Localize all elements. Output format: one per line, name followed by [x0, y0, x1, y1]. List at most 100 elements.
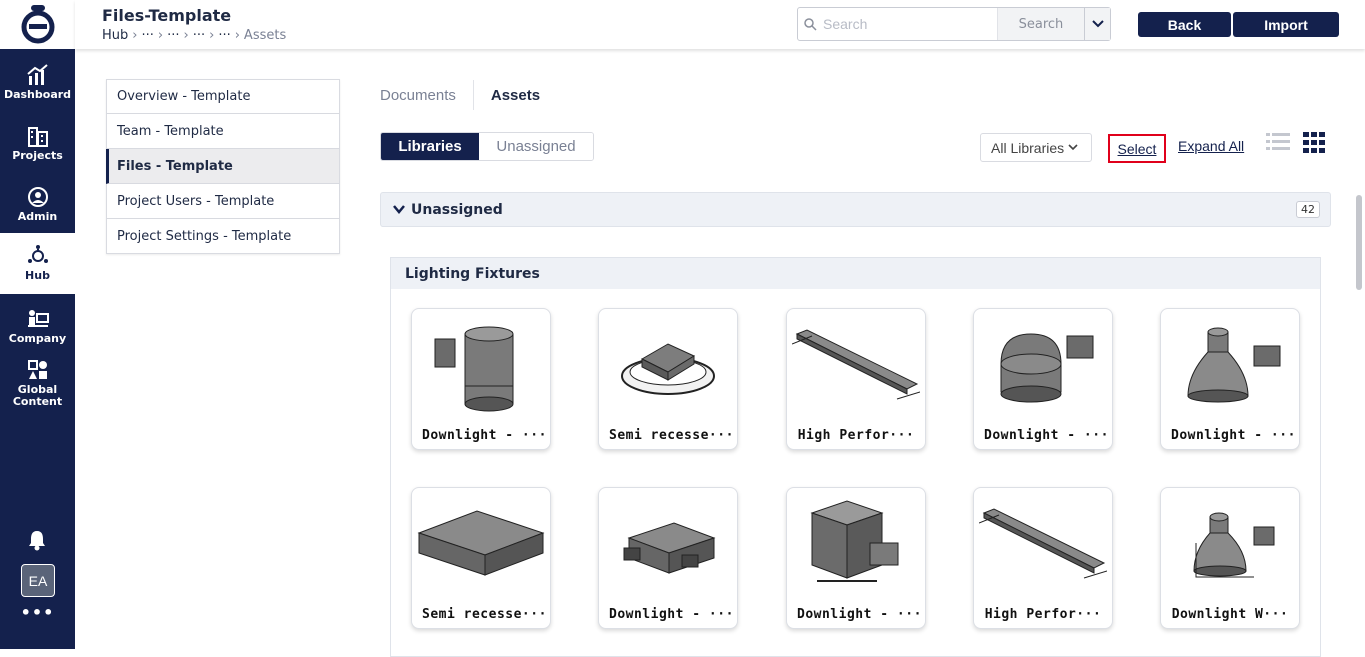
chevron-right-icon: ›: [234, 28, 240, 43]
asset-label: Downlight - ···: [797, 607, 922, 622]
rail-item-company[interactable]: Company: [0, 296, 75, 357]
search-options-dropdown[interactable]: [1084, 8, 1111, 40]
asset-label: High Perfor···: [984, 607, 1102, 622]
expand-all-link[interactable]: Expand All: [1178, 138, 1244, 154]
breadcrumb-current: Assets: [243, 28, 287, 43]
asset-card[interactable]: Downlight - ···: [786, 487, 926, 629]
asset-card[interactable]: Downlight - ···: [1160, 308, 1300, 450]
view-mode-toggle: Libraries Unassigned: [380, 132, 594, 161]
asset-label: Downlight - ···: [1171, 428, 1296, 443]
chevron-down-icon: [1091, 20, 1104, 28]
app-rail: Dashboard Projects Admin Hub Company Glo…: [0, 0, 75, 649]
search-button[interactable]: Search: [996, 8, 1085, 40]
breadcrumb-item[interactable]: Hub: [102, 28, 128, 43]
group-count-badge: 42: [1296, 201, 1320, 218]
app-logo[interactable]: [0, 0, 75, 49]
breadcrumb-item[interactable]: ···: [193, 28, 205, 43]
asset-thumbnail: [621, 343, 715, 395]
breadcrumb-item[interactable]: ···: [141, 28, 153, 43]
asset-card[interactable]: Downlight - ···: [598, 487, 738, 629]
project-nav: Overview - Template Team - Template File…: [106, 79, 340, 254]
asset-thumbnail: [623, 522, 716, 574]
asset-card[interactable]: Downlight W···: [1160, 487, 1300, 629]
asset-label: Semi recesse···: [609, 428, 734, 443]
asset-card[interactable]: High Perfor···: [786, 308, 926, 450]
asset-label: Downlight W···: [1171, 607, 1289, 622]
group-header-unassigned[interactable]: Unassigned 42: [380, 192, 1331, 227]
chevron-right-icon: ›: [183, 28, 189, 43]
user-circle-icon: [27, 187, 48, 207]
top-bar: Files-Template Hub › ··· › ··· › ··· › ·…: [75, 0, 1365, 49]
grid-view-icon: [1303, 132, 1325, 153]
chevron-down-icon: [1068, 144, 1078, 151]
avatar[interactable]: EA: [21, 564, 55, 597]
asset-label: Downlight - ···: [422, 428, 547, 443]
chevron-right-icon: ›: [132, 28, 138, 43]
page-title: Files-Template: [102, 6, 232, 25]
libraries-toggle[interactable]: Libraries: [381, 133, 479, 160]
breadcrumb-item[interactable]: ···: [218, 28, 230, 43]
content-tabs: Documents Assets: [380, 80, 557, 110]
search-box: Search: [797, 7, 1111, 41]
breadcrumb: Hub › ··· › ··· › ··· › ··· › Assets: [102, 28, 286, 43]
asset-card[interactable]: High Perfor···: [973, 487, 1113, 629]
nav-item-files[interactable]: Files - Template: [106, 149, 340, 184]
select-link[interactable]: Select: [1108, 134, 1166, 163]
nav-item-project-settings[interactable]: Project Settings - Template: [106, 219, 340, 254]
nav-item-team[interactable]: Team - Template: [106, 114, 340, 149]
asset-thumbnail: [1193, 512, 1275, 578]
nav-item-overview[interactable]: Overview - Template: [106, 79, 340, 114]
hub-icon: [27, 245, 48, 263]
asset-thumbnail: [810, 500, 899, 582]
rail-item-global-content[interactable]: Global Content: [0, 353, 75, 413]
back-button[interactable]: Back: [1138, 12, 1231, 37]
search-input[interactable]: [823, 16, 993, 32]
more-menu[interactable]: •••: [0, 603, 75, 622]
rail-label: Company: [8, 332, 67, 345]
asset-thumbnail: [434, 326, 514, 412]
rail-item-admin[interactable]: Admin: [0, 174, 75, 235]
building-icon: [27, 127, 48, 147]
unassigned-toggle[interactable]: Unassigned: [479, 133, 593, 160]
logo-icon: [21, 4, 54, 43]
notifications-button[interactable]: [27, 529, 47, 555]
breadcrumb-item[interactable]: ···: [167, 28, 179, 43]
asset-thumbnail: [417, 510, 545, 576]
rail-label: Admin: [17, 210, 58, 223]
shapes-icon: [27, 359, 47, 379]
asset-label: High Perfor···: [797, 428, 915, 443]
tab-assets[interactable]: Assets: [491, 87, 557, 104]
asset-label: Downlight - ···: [984, 428, 1109, 443]
list-view-icon: [1266, 133, 1290, 150]
asset-card[interactable]: Downlight - ···: [411, 308, 551, 450]
asset-thumbnail: [792, 329, 920, 400]
rail-item-dashboard[interactable]: Dashboard: [0, 52, 75, 113]
library-filter-select[interactable]: All Libraries: [980, 133, 1092, 162]
bell-icon: [29, 531, 45, 551]
grid-view-button[interactable]: [1303, 132, 1326, 157]
rail-label: Global Content: [12, 382, 63, 408]
rail-item-hub[interactable]: Hub: [0, 233, 75, 294]
tab-divider: [472, 80, 474, 110]
library-filter-value: All Libraries: [991, 139, 1065, 156]
import-button[interactable]: Import: [1233, 12, 1339, 37]
group-title: Unassigned: [411, 201, 503, 218]
search-icon: [804, 17, 817, 31]
chevron-right-icon: ›: [209, 28, 215, 43]
rail-label: Dashboard: [3, 88, 72, 101]
chevron-right-icon: ›: [157, 28, 164, 43]
list-view-button[interactable]: [1266, 132, 1290, 156]
asset-card[interactable]: Semi recesse···: [598, 308, 738, 450]
asset-thumbnail: [1000, 333, 1094, 403]
asset-label: Downlight - ···: [609, 607, 734, 622]
nav-item-project-users[interactable]: Project Users - Template: [106, 184, 340, 219]
chart-icon: [26, 64, 48, 85]
asset-thumbnail: [1187, 327, 1281, 403]
rail-label: Hub: [25, 269, 50, 282]
asset-card[interactable]: Semi recesse···: [411, 487, 551, 629]
page-scrollbar[interactable]: [1356, 195, 1362, 290]
tab-documents[interactable]: Documents: [380, 87, 473, 104]
asset-card[interactable]: Downlight - ···: [973, 308, 1113, 450]
chevron-down-icon: [393, 205, 405, 214]
rail-item-projects[interactable]: Projects: [0, 113, 75, 174]
